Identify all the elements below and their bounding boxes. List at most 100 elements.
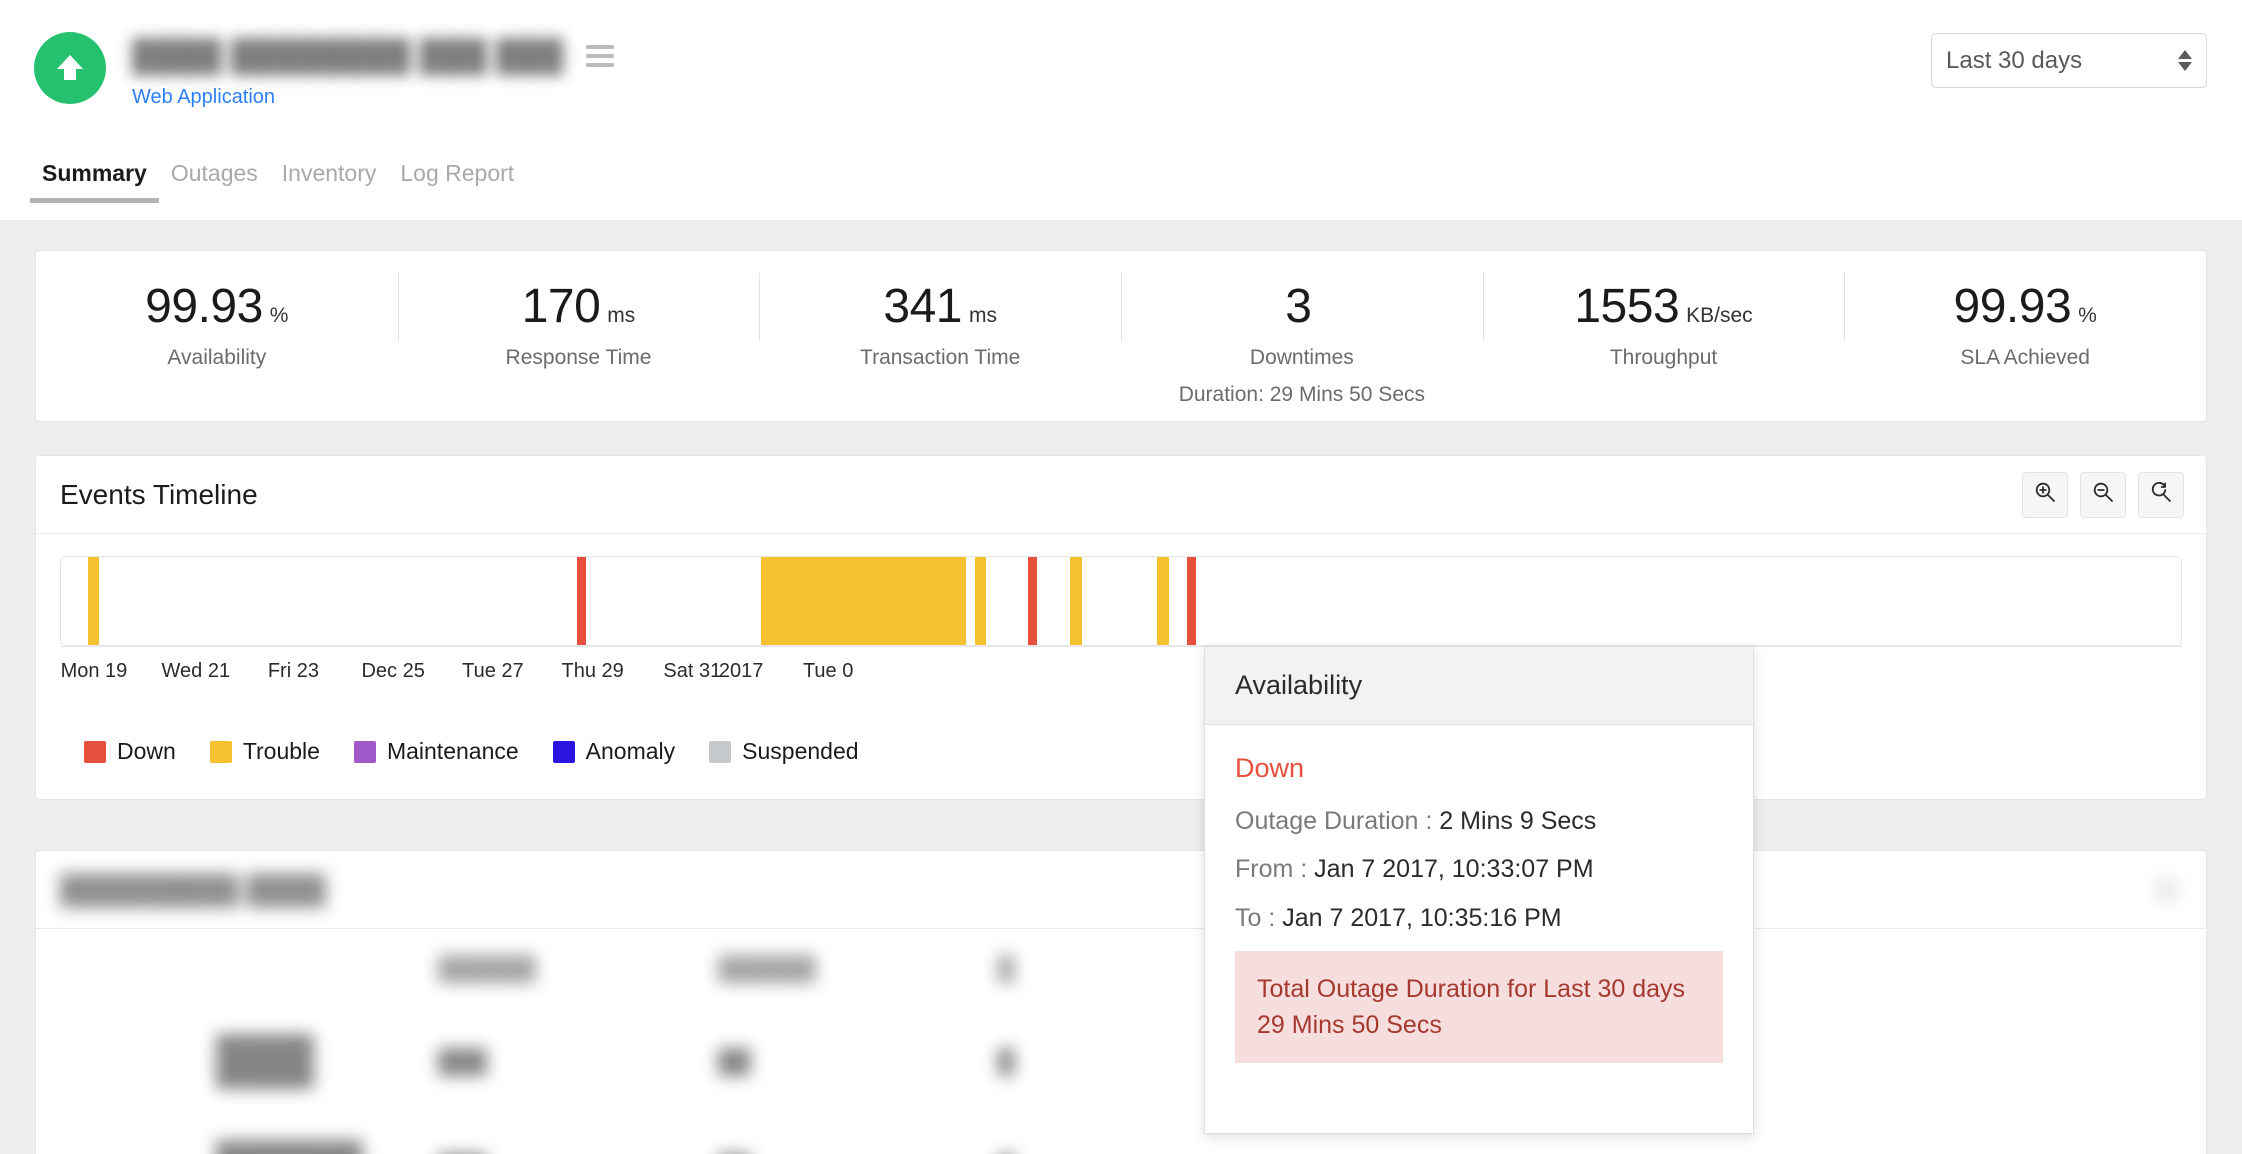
- legend-item-down[interactable]: Down: [84, 738, 176, 765]
- spinner-arrows-icon[interactable]: [2178, 50, 2192, 71]
- tooltip-body: Down Outage Duration : 2 Mins 9 Secs Fro…: [1205, 725, 1753, 1087]
- timeline-event-trouble[interactable]: [974, 557, 987, 645]
- tooltip-from-value: Jan 7 2017, 10:33:07 PM: [1314, 855, 1594, 884]
- events-timeline-axis: Mon 19 Wed 21 Fri 23 Dec 25 Tue 27 Thu 29 Sat …: [60, 646, 2182, 690]
- stat-unit: ms: [607, 304, 636, 327]
- timeline-event-down[interactable]: [1027, 557, 1037, 645]
- tooltip-total-outage: Total Outage Duration for Last 30 days 2…: [1235, 950, 1723, 1064]
- stat-label: Response Time: [505, 346, 652, 369]
- stat-availability: 99.93% Availability: [36, 251, 398, 370]
- zoom-reset-button[interactable]: [2138, 471, 2184, 518]
- title-block: ████ ████████ ███ ███ Web Application: [132, 32, 614, 109]
- tooltip-total-value: 29 Mins 50 Secs: [1257, 1011, 1442, 1039]
- stat-value: 3: [1285, 280, 1312, 333]
- legend-label: Maintenance: [386, 738, 519, 764]
- stat-transaction-time: 341 ms Transaction Time: [759, 251, 1121, 370]
- date-range-value: Last 30 days: [1946, 46, 2083, 74]
- tooltip-to: To : Jan 7 2017, 10:35:16 PM: [1235, 903, 1723, 934]
- tab-inventory[interactable]: Inventory: [270, 160, 389, 203]
- availability-tooltip: Availability Down Outage Duration : 2 Mi…: [1204, 646, 1754, 1135]
- timeline-event-down[interactable]: [577, 557, 587, 645]
- stat-label: Availability: [167, 346, 267, 369]
- axis-tick-label: Tue 27: [462, 660, 524, 682]
- monitor-type-link[interactable]: Web Application: [132, 86, 614, 109]
- legend-item-maintenance[interactable]: Maintenance: [353, 738, 519, 765]
- cell-minimum: ██: [696, 1114, 976, 1154]
- stat-label: Transaction Time: [860, 346, 1021, 369]
- response-time-table: ██████ ██████ █ ██████ ██████ ███ ██ █ █…: [36, 929, 2206, 1154]
- table-row: █████████ ████████ ███ ██ █: [36, 1114, 2206, 1154]
- zoom-in-button[interactable]: [2022, 471, 2068, 518]
- col-name: [36, 929, 416, 1008]
- stat-value: 170: [521, 280, 601, 333]
- legend-swatch-trouble: [209, 740, 232, 763]
- stat-unit: KB/sec: [1686, 304, 1753, 327]
- legend-label: Anomaly: [585, 738, 676, 764]
- tab-log-report[interactable]: Log Report: [388, 160, 526, 203]
- stat-value: 99.93: [1953, 280, 2072, 333]
- card-options-icon[interactable]: [2154, 877, 2180, 903]
- tooltip-from-key: From :: [1235, 855, 1308, 884]
- tab-outages[interactable]: Outages: [159, 160, 270, 203]
- col-average: ██████: [438, 955, 536, 981]
- stat-value: 341: [883, 280, 962, 333]
- tooltip-to-value: Jan 7 2017, 10:35:16 PM: [1282, 903, 1562, 932]
- legend-item-trouble[interactable]: Trouble: [209, 738, 320, 765]
- stat-value: 99.93: [145, 280, 263, 333]
- stat-downtimes: 3 Downtimes Duration: 29 Mins 50 Secs: [1121, 251, 1483, 407]
- tooltip-outage-duration: Outage Duration : 2 Mins 9 Secs: [1235, 806, 1723, 837]
- tooltip-from: From : Jan 7 2017, 10:33:07 PM: [1235, 854, 1723, 885]
- top-header: ████ ████████ ███ ███ Web Application La…: [0, 0, 2242, 220]
- axis-tick-label: 2017: [718, 660, 764, 682]
- events-timeline-card: Events Timeline Mon 19 Wed 21 Fri 23 Dec…: [35, 455, 2207, 800]
- dashboard-page: ████ ████████ ███ ███ Web Application La…: [0, 0, 2242, 1154]
- events-timeline-header: Events Timeline: [36, 456, 2206, 534]
- page-title: ████ ████████ ███ ███: [132, 38, 564, 73]
- magnifier-minus-icon: [2091, 480, 2115, 509]
- monitor-identity: ████ ████████ ███ ███ Web Application: [34, 32, 614, 109]
- hamburger-menu-icon[interactable]: [585, 45, 614, 67]
- cell-name: ██████ ██████: [216, 1034, 314, 1087]
- stat-label: Throughput: [1609, 346, 1718, 369]
- tooltip-outage-duration-key: Outage Duration :: [1235, 807, 1433, 835]
- tooltip-outage-duration-value: 2 Mins 9 Secs: [1439, 807, 1597, 835]
- timeline-event-trouble[interactable]: [1157, 557, 1169, 645]
- response-time-title: █████████ ████: [60, 873, 326, 905]
- events-timeline-plot[interactable]: [60, 556, 2182, 646]
- legend-swatch-suspended: [709, 740, 732, 763]
- timeline-controls: [2022, 471, 2184, 518]
- timeline-event-trouble[interactable]: [760, 557, 967, 645]
- stat-sla-achieved: 99.93% SLA Achieved: [1844, 251, 2206, 370]
- events-timeline-title: Events Timeline: [60, 478, 258, 510]
- stat-label: SLA Achieved: [1960, 346, 2090, 369]
- legend-item-suspended[interactable]: Suspended: [709, 738, 859, 765]
- status-up-arrow-icon: [34, 32, 106, 104]
- timeline-event-trouble[interactable]: [87, 557, 100, 645]
- axis-tick-label: Wed 21: [161, 660, 231, 682]
- timeline-event-trouble[interactable]: [1070, 557, 1082, 645]
- date-range-select[interactable]: Last 30 days: [1931, 33, 2207, 88]
- stat-throughput: 1553 KB/sec Throughput: [1482, 251, 1845, 370]
- table-header-row: ██████ ██████ █: [36, 929, 2206, 1008]
- cell-name: █████████ ████████: [216, 1140, 363, 1154]
- col-minimum: ██████: [718, 955, 816, 981]
- zoom-out-button[interactable]: [2080, 471, 2126, 518]
- legend-item-anomaly[interactable]: Anomaly: [552, 738, 676, 765]
- stat-unit: ms: [968, 304, 997, 327]
- legend-label: Trouble: [242, 738, 320, 764]
- tooltip-total-label: Total Outage Duration for Last 30 days: [1257, 974, 1686, 1003]
- legend-label: Suspended: [742, 738, 859, 764]
- magnifier-plus-icon: [2033, 480, 2057, 509]
- axis-tick-label: Thu 29: [561, 660, 624, 682]
- timeline-event-down[interactable]: [1186, 557, 1196, 645]
- axis-tick-label: Mon 19: [60, 660, 128, 682]
- axis-tick-label: Dec 25: [361, 660, 425, 682]
- tooltip-to-key: To :: [1235, 903, 1276, 932]
- stat-response-time: 170 ms Response Time: [397, 251, 760, 370]
- response-time-card: █████████ ████ ██████ ██████ █ ██████ ██…: [35, 850, 2207, 1154]
- tab-summary[interactable]: Summary: [30, 160, 159, 203]
- cell-minimum: ██: [718, 1047, 751, 1074]
- table-row: ██████ ██████ ███ ██ █: [36, 1008, 2206, 1114]
- events-timeline-legend: Down Trouble Maintenance Anomaly Suspend…: [84, 738, 859, 765]
- legend-label: Down: [117, 738, 176, 764]
